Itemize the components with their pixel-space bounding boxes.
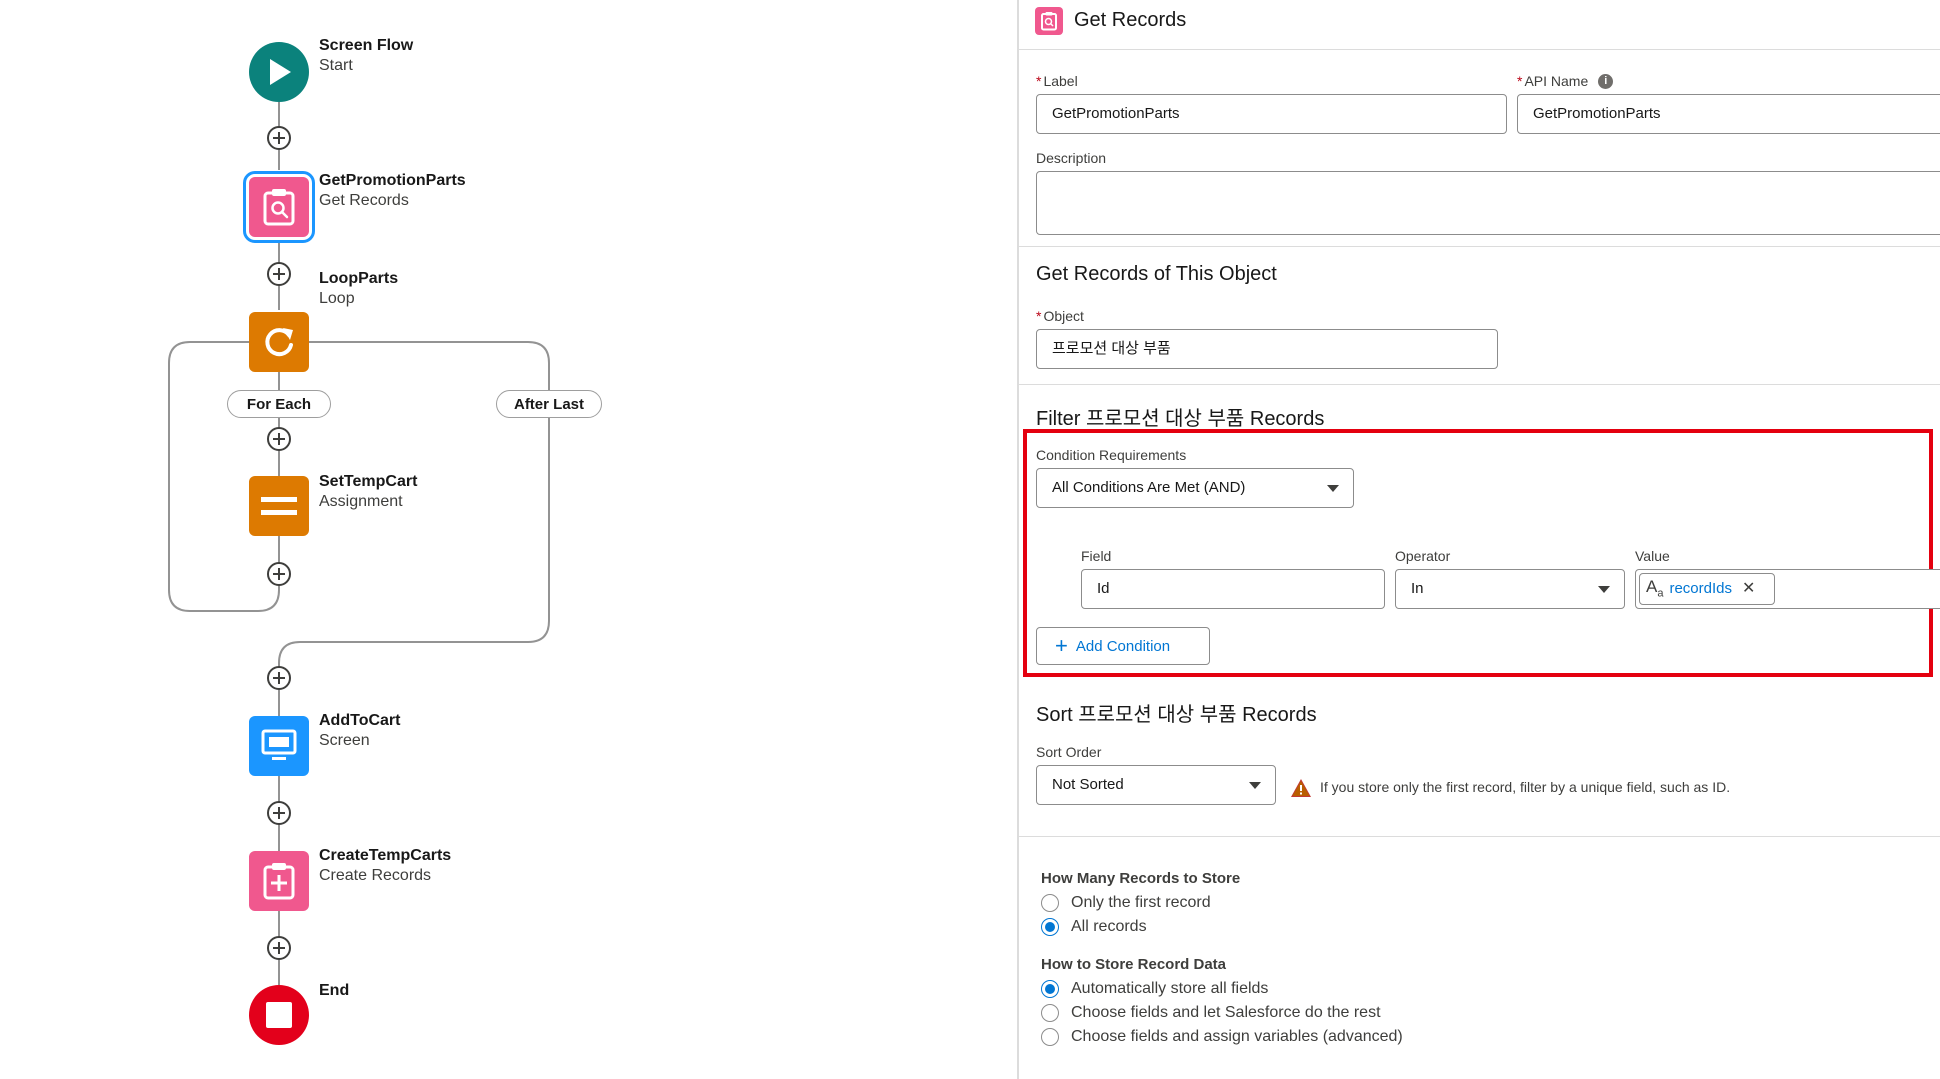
create-records-node-title: CreateTempCarts — [319, 847, 452, 864]
screen-node[interactable] — [249, 716, 309, 776]
radio-button[interactable] — [1041, 1028, 1059, 1046]
divider — [1019, 384, 1940, 385]
operator-select[interactable]: In — [1395, 569, 1625, 609]
add-element-button[interactable] — [267, 936, 291, 960]
play-icon — [270, 59, 291, 85]
sort-order-label: Sort Order — [1036, 744, 1102, 760]
for-each-pill: For Each — [227, 390, 331, 418]
add-element-button[interactable] — [267, 126, 291, 150]
radio-button[interactable] — [1041, 1004, 1059, 1022]
clipboard-search-icon — [1041, 12, 1057, 31]
radio-auto-store-fields[interactable]: Automatically store all fields — [1041, 980, 1268, 998]
add-element-button[interactable] — [267, 562, 291, 586]
screen-node-subtitle: Screen — [319, 732, 370, 749]
chevron-down-icon — [1327, 485, 1339, 492]
value-pill-label: recordIds — [1669, 580, 1732, 597]
radio-choose-fields-salesforce[interactable]: Choose fields and let Salesforce do the … — [1041, 1004, 1381, 1022]
how-many-records-title: How Many Records to Store — [1041, 870, 1241, 887]
value-pill[interactable]: Aa recordIds ✕ — [1639, 573, 1775, 605]
chevron-down-icon — [1249, 782, 1261, 789]
assignment-node[interactable] — [249, 476, 309, 536]
get-records-header-icon — [1035, 7, 1063, 35]
value-column-label: Value — [1635, 548, 1670, 564]
after-last-pill: After Last — [496, 390, 602, 418]
chevron-down-icon — [1598, 586, 1610, 593]
end-node-title: End — [319, 982, 350, 999]
description-textarea[interactable] — [1036, 171, 1940, 235]
clipboard-add-icon — [263, 863, 295, 900]
assignment-node-title: SetTempCart — [319, 473, 418, 490]
panel-title: Get Records — [1074, 9, 1187, 31]
start-node[interactable] — [249, 42, 309, 102]
start-node-subtitle: Start — [319, 57, 353, 74]
loop-icon — [265, 328, 293, 357]
start-node-title: Screen Flow — [319, 37, 414, 54]
end-node-label: End — [319, 981, 349, 1001]
screen-node-title: AddToCart — [319, 712, 401, 729]
operator-column-label: Operator — [1395, 548, 1451, 564]
start-node-label: Screen Flow Start — [319, 36, 413, 76]
assignment-node-subtitle: Assignment — [319, 493, 403, 510]
loop-node[interactable] — [249, 312, 309, 372]
object-section-title: Get Records of This Object — [1036, 263, 1277, 285]
description-label: Description — [1036, 150, 1107, 166]
add-element-button[interactable] — [267, 262, 291, 286]
divider — [1019, 836, 1940, 837]
object-field-label: * Object — [1036, 308, 1084, 324]
info-icon[interactable]: i — [1598, 73, 1614, 89]
radio-button[interactable] — [1041, 980, 1059, 998]
loop-node-subtitle: Loop — [319, 290, 355, 307]
how-to-store-title: How to Store Record Data — [1041, 956, 1227, 973]
divider — [1019, 246, 1940, 247]
clipboard-search-icon — [263, 189, 295, 226]
label-field-label: * Label — [1036, 73, 1078, 89]
object-input[interactable]: 프로모션 대상 부품 — [1036, 329, 1498, 369]
text-type-icon: Aa — [1646, 577, 1664, 600]
radio-button[interactable] — [1041, 918, 1059, 936]
radio-button[interactable] — [1041, 894, 1059, 912]
add-element-button[interactable] — [267, 427, 291, 451]
warning-icon — [1291, 779, 1311, 797]
value-input[interactable]: Aa recordIds ✕ — [1635, 569, 1940, 609]
add-element-button[interactable] — [267, 666, 291, 690]
condition-requirements-label: Condition Requirements — [1036, 447, 1187, 463]
field-column-label: Field — [1081, 548, 1112, 564]
create-records-node-subtitle: Create Records — [319, 867, 432, 884]
flow-connectors — [168, 102, 550, 985]
sort-section-title: Sort 프로모션 대상 부품 Records — [1036, 704, 1317, 726]
filter-section-title: Filter 프로모션 대상 부품 Records — [1036, 408, 1325, 430]
condition-requirements-select[interactable]: All Conditions Are Met (AND) — [1036, 468, 1354, 508]
sort-warning-text: If you store only the first record, filt… — [1320, 779, 1731, 795]
add-condition-button[interactable]: + Add Condition — [1036, 627, 1210, 665]
api-name-input[interactable]: GetPromotionParts — [1517, 94, 1940, 134]
get-records-node-title: GetPromotionParts — [319, 172, 466, 189]
equals-icon — [261, 497, 297, 515]
loop-node-title: LoopParts — [319, 270, 399, 287]
stop-icon — [266, 1002, 292, 1028]
plus-icon: + — [1055, 633, 1068, 658]
get-records-node-subtitle: Get Records — [319, 192, 409, 209]
radio-choose-fields-advanced[interactable]: Choose fields and assign variables (adva… — [1041, 1028, 1403, 1046]
screen-icon — [261, 729, 297, 760]
radio-only-first-record[interactable]: Only the first record — [1041, 894, 1211, 912]
label-input[interactable]: GetPromotionParts — [1036, 94, 1507, 134]
sort-order-select[interactable]: Not Sorted — [1036, 765, 1276, 805]
create-records-node-label: CreateTempCarts Create Records — [319, 846, 451, 886]
assignment-node-label: SetTempCart Assignment — [319, 472, 417, 512]
screen-node-label: AddToCart Screen — [319, 711, 400, 751]
flow-canvas[interactable]: Screen Flow Start GetPromotionParts Get … — [0, 0, 1017, 1079]
get-records-node[interactable] — [243, 171, 315, 243]
loop-node-label: LoopParts Loop — [319, 269, 398, 309]
get-records-node-label: GetPromotionParts Get Records — [319, 171, 466, 211]
end-node[interactable] — [249, 985, 309, 1045]
properties-panel: Get Records * Label GetPromotionParts * AP… — [1017, 0, 1940, 1079]
api-name-field-label: * API Name i — [1517, 73, 1614, 89]
close-icon[interactable]: ✕ — [1742, 570, 1755, 608]
create-records-node[interactable] — [249, 851, 309, 911]
radio-all-records[interactable]: All records — [1041, 918, 1147, 936]
divider — [1019, 49, 1940, 50]
field-input[interactable]: Id — [1081, 569, 1385, 609]
add-element-button[interactable] — [267, 801, 291, 825]
